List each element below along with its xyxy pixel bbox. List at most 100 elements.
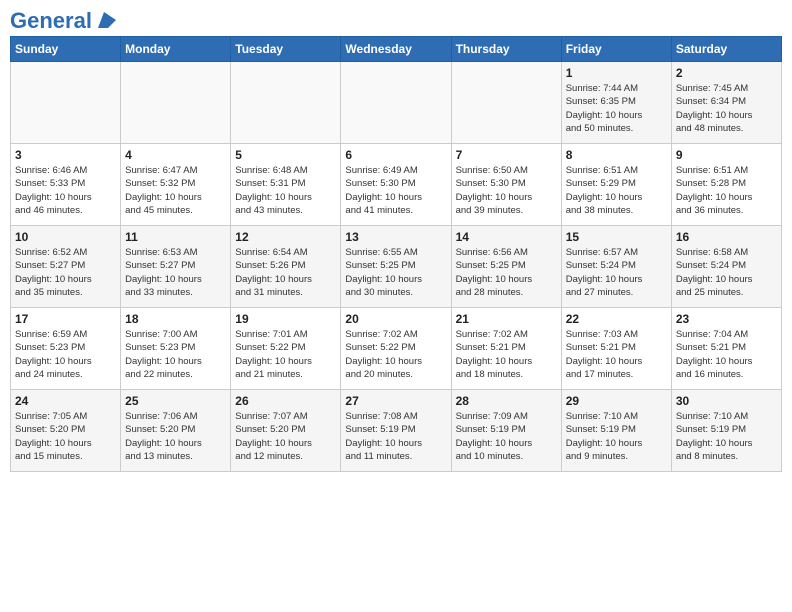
calendar-cell: 2 Sunrise: 7:45 AM Sunset: 6:34 PM Daylig…	[671, 62, 781, 144]
day-number: 16	[676, 230, 777, 244]
day-number: 9	[676, 148, 777, 162]
calendar-cell: 30 Sunrise: 7:10 AM Sunset: 5:19 PM Dayli…	[671, 390, 781, 472]
calendar-week-row: 24 Sunrise: 7:05 AM Sunset: 5:20 PM Dayli…	[11, 390, 782, 472]
day-info: Sunrise: 6:57 AM Sunset: 5:24 PM Dayligh…	[566, 246, 667, 299]
calendar-cell: 29 Sunrise: 7:10 AM Sunset: 5:19 PM Dayli…	[561, 390, 671, 472]
calendar-cell	[121, 62, 231, 144]
day-info: Sunrise: 6:48 AM Sunset: 5:31 PM Dayligh…	[235, 164, 336, 217]
day-info: Sunrise: 7:08 AM Sunset: 5:19 PM Dayligh…	[345, 410, 446, 463]
calendar-cell: 20 Sunrise: 7:02 AM Sunset: 5:22 PM Dayli…	[341, 308, 451, 390]
day-info: Sunrise: 6:51 AM Sunset: 5:29 PM Dayligh…	[566, 164, 667, 217]
day-number: 19	[235, 312, 336, 326]
calendar-cell: 15 Sunrise: 6:57 AM Sunset: 5:24 PM Dayli…	[561, 226, 671, 308]
calendar-cell	[451, 62, 561, 144]
calendar-header-row: SundayMondayTuesdayWednesdayThursdayFrid…	[11, 37, 782, 62]
calendar-cell: 11 Sunrise: 6:53 AM Sunset: 5:27 PM Dayli…	[121, 226, 231, 308]
calendar-cell: 12 Sunrise: 6:54 AM Sunset: 5:26 PM Dayli…	[231, 226, 341, 308]
day-number: 4	[125, 148, 226, 162]
day-number: 29	[566, 394, 667, 408]
day-info: Sunrise: 6:56 AM Sunset: 5:25 PM Dayligh…	[456, 246, 557, 299]
calendar-cell: 3 Sunrise: 6:46 AM Sunset: 5:33 PM Daylig…	[11, 144, 121, 226]
day-number: 2	[676, 66, 777, 80]
day-info: Sunrise: 7:45 AM Sunset: 6:34 PM Dayligh…	[676, 82, 777, 135]
day-info: Sunrise: 7:10 AM Sunset: 5:19 PM Dayligh…	[566, 410, 667, 463]
day-number: 5	[235, 148, 336, 162]
day-number: 18	[125, 312, 226, 326]
weekday-header: Friday	[561, 37, 671, 62]
calendar-week-row: 1 Sunrise: 7:44 AM Sunset: 6:35 PM Daylig…	[11, 62, 782, 144]
calendar-cell	[231, 62, 341, 144]
day-info: Sunrise: 7:10 AM Sunset: 5:19 PM Dayligh…	[676, 410, 777, 463]
day-number: 22	[566, 312, 667, 326]
day-number: 3	[15, 148, 116, 162]
day-info: Sunrise: 6:49 AM Sunset: 5:30 PM Dayligh…	[345, 164, 446, 217]
day-info: Sunrise: 6:52 AM Sunset: 5:27 PM Dayligh…	[15, 246, 116, 299]
logo: General	[10, 10, 116, 28]
day-info: Sunrise: 7:09 AM Sunset: 5:19 PM Dayligh…	[456, 410, 557, 463]
day-info: Sunrise: 6:54 AM Sunset: 5:26 PM Dayligh…	[235, 246, 336, 299]
day-number: 17	[15, 312, 116, 326]
day-number: 21	[456, 312, 557, 326]
calendar-week-row: 3 Sunrise: 6:46 AM Sunset: 5:33 PM Daylig…	[11, 144, 782, 226]
day-number: 12	[235, 230, 336, 244]
calendar-cell: 10 Sunrise: 6:52 AM Sunset: 5:27 PM Dayli…	[11, 226, 121, 308]
day-info: Sunrise: 7:02 AM Sunset: 5:22 PM Dayligh…	[345, 328, 446, 381]
calendar-cell: 8 Sunrise: 6:51 AM Sunset: 5:29 PM Daylig…	[561, 144, 671, 226]
day-number: 30	[676, 394, 777, 408]
calendar-cell: 28 Sunrise: 7:09 AM Sunset: 5:19 PM Dayli…	[451, 390, 561, 472]
day-info: Sunrise: 6:59 AM Sunset: 5:23 PM Dayligh…	[15, 328, 116, 381]
calendar-cell	[11, 62, 121, 144]
calendar-cell: 7Sunrise: 6:50 AM Sunset: 5:30 PM Daylig…	[451, 144, 561, 226]
day-number: 25	[125, 394, 226, 408]
day-info: Sunrise: 7:02 AM Sunset: 5:21 PM Dayligh…	[456, 328, 557, 381]
day-number: 13	[345, 230, 446, 244]
calendar-cell	[341, 62, 451, 144]
day-number: 26	[235, 394, 336, 408]
weekday-header: Monday	[121, 37, 231, 62]
day-number: 23	[676, 312, 777, 326]
calendar-cell: 22 Sunrise: 7:03 AM Sunset: 5:21 PM Dayli…	[561, 308, 671, 390]
calendar-cell: 9 Sunrise: 6:51 AM Sunset: 5:28 PM Daylig…	[671, 144, 781, 226]
calendar-cell: 27Sunrise: 7:08 AM Sunset: 5:19 PM Dayli…	[341, 390, 451, 472]
calendar-cell: 23 Sunrise: 7:04 AM Sunset: 5:21 PM Dayli…	[671, 308, 781, 390]
calendar-cell: 21 Sunrise: 7:02 AM Sunset: 5:21 PM Dayli…	[451, 308, 561, 390]
day-info: Sunrise: 6:46 AM Sunset: 5:33 PM Dayligh…	[15, 164, 116, 217]
logo-text: General	[10, 10, 92, 32]
day-number: 7	[456, 148, 557, 162]
day-info: Sunrise: 7:03 AM Sunset: 5:21 PM Dayligh…	[566, 328, 667, 381]
day-number: 28	[456, 394, 557, 408]
day-info: Sunrise: 7:01 AM Sunset: 5:22 PM Dayligh…	[235, 328, 336, 381]
calendar-cell: 24 Sunrise: 7:05 AM Sunset: 5:20 PM Dayli…	[11, 390, 121, 472]
day-info: Sunrise: 6:47 AM Sunset: 5:32 PM Dayligh…	[125, 164, 226, 217]
day-number: 10	[15, 230, 116, 244]
day-info: Sunrise: 7:05 AM Sunset: 5:20 PM Dayligh…	[15, 410, 116, 463]
day-info: Sunrise: 7:00 AM Sunset: 5:23 PM Dayligh…	[125, 328, 226, 381]
day-info: Sunrise: 6:53 AM Sunset: 5:27 PM Dayligh…	[125, 246, 226, 299]
day-info: Sunrise: 7:04 AM Sunset: 5:21 PM Dayligh…	[676, 328, 777, 381]
weekday-header: Thursday	[451, 37, 561, 62]
day-info: Sunrise: 7:07 AM Sunset: 5:20 PM Dayligh…	[235, 410, 336, 463]
day-info: Sunrise: 6:58 AM Sunset: 5:24 PM Dayligh…	[676, 246, 777, 299]
weekday-header: Sunday	[11, 37, 121, 62]
logo-icon	[94, 10, 116, 28]
day-number: 1	[566, 66, 667, 80]
calendar-cell: 1 Sunrise: 7:44 AM Sunset: 6:35 PM Daylig…	[561, 62, 671, 144]
weekday-header: Wednesday	[341, 37, 451, 62]
day-number: 20	[345, 312, 446, 326]
day-number: 8	[566, 148, 667, 162]
calendar-cell: 25 Sunrise: 7:06 AM Sunset: 5:20 PM Dayli…	[121, 390, 231, 472]
day-info: Sunrise: 6:51 AM Sunset: 5:28 PM Dayligh…	[676, 164, 777, 217]
day-number: 11	[125, 230, 226, 244]
calendar-cell: 4 Sunrise: 6:47 AM Sunset: 5:32 PM Daylig…	[121, 144, 231, 226]
day-number: 14	[456, 230, 557, 244]
day-number: 6	[345, 148, 446, 162]
day-info: Sunrise: 7:44 AM Sunset: 6:35 PM Dayligh…	[566, 82, 667, 135]
day-number: 24	[15, 394, 116, 408]
weekday-header: Tuesday	[231, 37, 341, 62]
day-number: 15	[566, 230, 667, 244]
calendar-cell: 6 Sunrise: 6:49 AM Sunset: 5:30 PM Daylig…	[341, 144, 451, 226]
calendar-cell: 13Sunrise: 6:55 AM Sunset: 5:25 PM Dayli…	[341, 226, 451, 308]
calendar-cell: 17 Sunrise: 6:59 AM Sunset: 5:23 PM Dayli…	[11, 308, 121, 390]
calendar-cell: 26 Sunrise: 7:07 AM Sunset: 5:20 PM Dayli…	[231, 390, 341, 472]
day-info: Sunrise: 7:06 AM Sunset: 5:20 PM Dayligh…	[125, 410, 226, 463]
